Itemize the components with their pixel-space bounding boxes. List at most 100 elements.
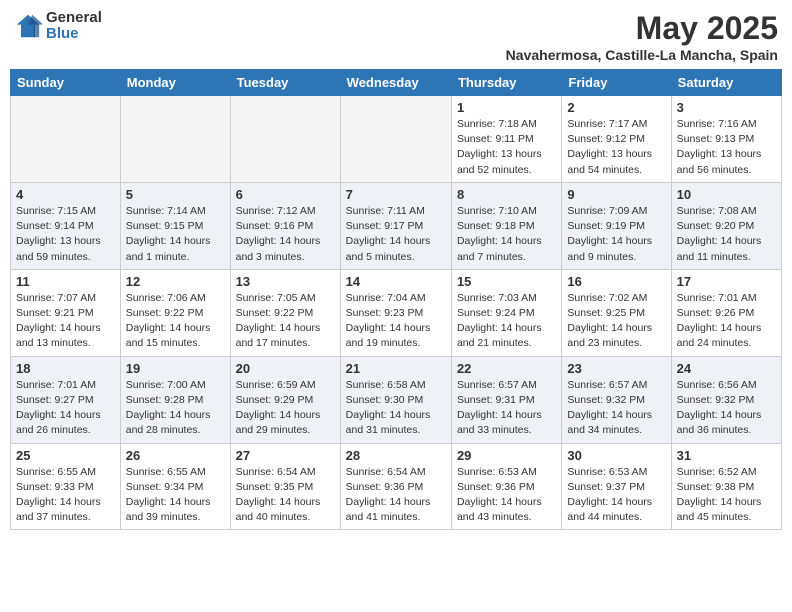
day-number: 13 (236, 274, 335, 289)
day-info: Sunrise: 6:56 AMSunset: 9:32 PMDaylight:… (677, 378, 776, 439)
day-info: Sunrise: 7:04 AMSunset: 9:23 PMDaylight:… (346, 291, 446, 352)
column-header-saturday: Saturday (671, 70, 781, 96)
calendar-cell: 3 Sunrise: 7:16 AMSunset: 9:13 PMDaylight… (671, 96, 781, 183)
day-number: 9 (567, 187, 665, 202)
day-info: Sunrise: 6:58 AMSunset: 9:30 PMDaylight:… (346, 378, 446, 439)
calendar-cell: 27Sunrise: 6:54 AMSunset: 9:35 PMDayligh… (230, 443, 340, 530)
day-info: Sunrise: 7:05 AMSunset: 9:22 PMDaylight:… (236, 291, 335, 352)
calendar-cell: 9Sunrise: 7:09 AMSunset: 9:19 PMDaylight… (562, 182, 671, 269)
column-header-thursday: Thursday (451, 70, 561, 96)
day-info: Sunrise: 6:55 AMSunset: 9:34 PMDaylight:… (126, 465, 225, 526)
day-info: Sunrise: 7:07 AMSunset: 9:21 PMDaylight:… (16, 291, 115, 352)
day-number: 31 (677, 448, 776, 463)
day-number: 6 (236, 187, 335, 202)
day-info: Sunrise: 7:18 AMSunset: 9:11 PMDaylight:… (457, 117, 556, 178)
day-number: 30 (567, 448, 665, 463)
day-number: 2 (567, 100, 665, 115)
location-title: Navahermosa, Castille-La Mancha, Spain (506, 47, 778, 63)
day-number: 18 (16, 361, 115, 376)
day-info: Sunrise: 7:06 AMSunset: 9:22 PMDaylight:… (126, 291, 225, 352)
calendar-cell: 18 Sunrise: 7:01 AMSunset: 9:27 PMDayligh… (11, 356, 121, 443)
calendar-cell: 5Sunrise: 7:14 AMSunset: 9:15 PMDaylight… (120, 182, 230, 269)
calendar-cell: 15Sunrise: 7:03 AMSunset: 9:24 PMDayligh… (451, 269, 561, 356)
day-number: 20 (236, 361, 335, 376)
calendar-cell: 21 Sunrise: 6:58 AMSunset: 9:30 PMDayligh… (340, 356, 451, 443)
column-header-friday: Friday (562, 70, 671, 96)
calendar-cell: 7 Sunrise: 7:11 AMSunset: 9:17 PMDaylight… (340, 182, 451, 269)
day-number: 4 (16, 187, 115, 202)
calendar-cell: 26Sunrise: 6:55 AMSunset: 9:34 PMDayligh… (120, 443, 230, 530)
calendar-week-row: 11 Sunrise: 7:07 AMSunset: 9:21 PMDayligh… (11, 269, 782, 356)
day-info: Sunrise: 7:02 AMSunset: 9:25 PMDaylight:… (567, 291, 665, 352)
calendar-cell (340, 96, 451, 183)
day-info: Sunrise: 7:03 AMSunset: 9:24 PMDaylight:… (457, 291, 556, 352)
calendar-cell: 10Sunrise: 7:08 AMSunset: 9:20 PMDayligh… (671, 182, 781, 269)
calendar-cell: 4 Sunrise: 7:15 AMSunset: 9:14 PMDaylight… (11, 182, 121, 269)
column-header-tuesday: Tuesday (230, 70, 340, 96)
day-number: 25 (16, 448, 115, 463)
page-header: General Blue May 2025 Navahermosa, Casti… (10, 10, 782, 63)
calendar-cell: 1 Sunrise: 7:18 AMSunset: 9:11 PMDaylight… (451, 96, 561, 183)
day-info: Sunrise: 6:53 AMSunset: 9:36 PMDaylight:… (457, 465, 556, 526)
column-header-sunday: Sunday (11, 70, 121, 96)
day-info: Sunrise: 6:53 AMSunset: 9:37 PMDaylight:… (567, 465, 665, 526)
calendar-week-row: 18 Sunrise: 7:01 AMSunset: 9:27 PMDayligh… (11, 356, 782, 443)
calendar-week-row: 4 Sunrise: 7:15 AMSunset: 9:14 PMDaylight… (11, 182, 782, 269)
calendar-cell: 30 Sunrise: 6:53 AMSunset: 9:37 PMDayligh… (562, 443, 671, 530)
title-block: May 2025 Navahermosa, Castille-La Mancha… (506, 10, 778, 63)
column-header-monday: Monday (120, 70, 230, 96)
logo-blue: Blue (46, 25, 79, 42)
calendar-cell: 8Sunrise: 7:10 AMSunset: 9:18 PMDaylight… (451, 182, 561, 269)
day-number: 10 (677, 187, 776, 202)
calendar-cell: 22 Sunrise: 6:57 AMSunset: 9:31 PMDayligh… (451, 356, 561, 443)
day-info: Sunrise: 7:14 AMSunset: 9:15 PMDaylight:… (126, 204, 225, 265)
day-info: Sunrise: 7:17 AMSunset: 9:12 PMDaylight:… (567, 117, 665, 178)
day-info: Sunrise: 6:57 AMSunset: 9:31 PMDaylight:… (457, 378, 556, 439)
day-number: 23 (567, 361, 665, 376)
calendar-cell: 17 Sunrise: 7:01 AMSunset: 9:26 PMDayligh… (671, 269, 781, 356)
calendar-week-row: 25Sunrise: 6:55 AMSunset: 9:33 PMDayligh… (11, 443, 782, 530)
calendar-cell (11, 96, 121, 183)
day-number: 16 (567, 274, 665, 289)
calendar-cell: 23Sunrise: 6:57 AMSunset: 9:32 PMDayligh… (562, 356, 671, 443)
day-number: 1 (457, 100, 556, 115)
calendar-cell: 12 Sunrise: 7:06 AMSunset: 9:22 PMDayligh… (120, 269, 230, 356)
calendar-cell: 24Sunrise: 6:56 AMSunset: 9:32 PMDayligh… (671, 356, 781, 443)
day-number: 28 (346, 448, 446, 463)
day-info: Sunrise: 7:01 AMSunset: 9:26 PMDaylight:… (677, 291, 776, 352)
calendar-cell: 14 Sunrise: 7:04 AMSunset: 9:23 PMDayligh… (340, 269, 451, 356)
calendar-cell: 19 Sunrise: 7:00 AMSunset: 9:28 PMDayligh… (120, 356, 230, 443)
calendar-header-row: SundayMondayTuesdayWednesdayThursdayFrid… (11, 70, 782, 96)
day-info: Sunrise: 6:59 AMSunset: 9:29 PMDaylight:… (236, 378, 335, 439)
day-number: 22 (457, 361, 556, 376)
logo-general: General (46, 9, 102, 26)
day-info: Sunrise: 7:16 AMSunset: 9:13 PMDaylight:… (677, 117, 776, 178)
calendar-cell: 16 Sunrise: 7:02 AMSunset: 9:25 PMDayligh… (562, 269, 671, 356)
day-number: 11 (16, 274, 115, 289)
day-number: 17 (677, 274, 776, 289)
calendar-cell (120, 96, 230, 183)
day-number: 21 (346, 361, 446, 376)
calendar-week-row: 1 Sunrise: 7:18 AMSunset: 9:11 PMDaylight… (11, 96, 782, 183)
day-number: 7 (346, 187, 446, 202)
day-info: Sunrise: 7:00 AMSunset: 9:28 PMDaylight:… (126, 378, 225, 439)
calendar-cell: 20 Sunrise: 6:59 AMSunset: 9:29 PMDayligh… (230, 356, 340, 443)
calendar-cell: 13 Sunrise: 7:05 AMSunset: 9:22 PMDayligh… (230, 269, 340, 356)
day-number: 29 (457, 448, 556, 463)
logo: General Blue (14, 10, 102, 42)
day-number: 27 (236, 448, 335, 463)
day-number: 12 (126, 274, 225, 289)
day-info: Sunrise: 7:15 AMSunset: 9:14 PMDaylight:… (16, 204, 115, 265)
day-number: 14 (346, 274, 446, 289)
day-number: 3 (677, 100, 776, 115)
calendar-cell: 31Sunrise: 6:52 AMSunset: 9:38 PMDayligh… (671, 443, 781, 530)
logo-icon (14, 12, 42, 40)
calendar-cell: 6 Sunrise: 7:12 AMSunset: 9:16 PMDaylight… (230, 182, 340, 269)
day-info: Sunrise: 7:11 AMSunset: 9:17 PMDaylight:… (346, 204, 446, 265)
column-header-wednesday: Wednesday (340, 70, 451, 96)
day-number: 19 (126, 361, 225, 376)
day-info: Sunrise: 7:12 AMSunset: 9:16 PMDaylight:… (236, 204, 335, 265)
day-info: Sunrise: 7:01 AMSunset: 9:27 PMDaylight:… (16, 378, 115, 439)
day-number: 8 (457, 187, 556, 202)
day-info: Sunrise: 6:54 AMSunset: 9:36 PMDaylight:… (346, 465, 446, 526)
